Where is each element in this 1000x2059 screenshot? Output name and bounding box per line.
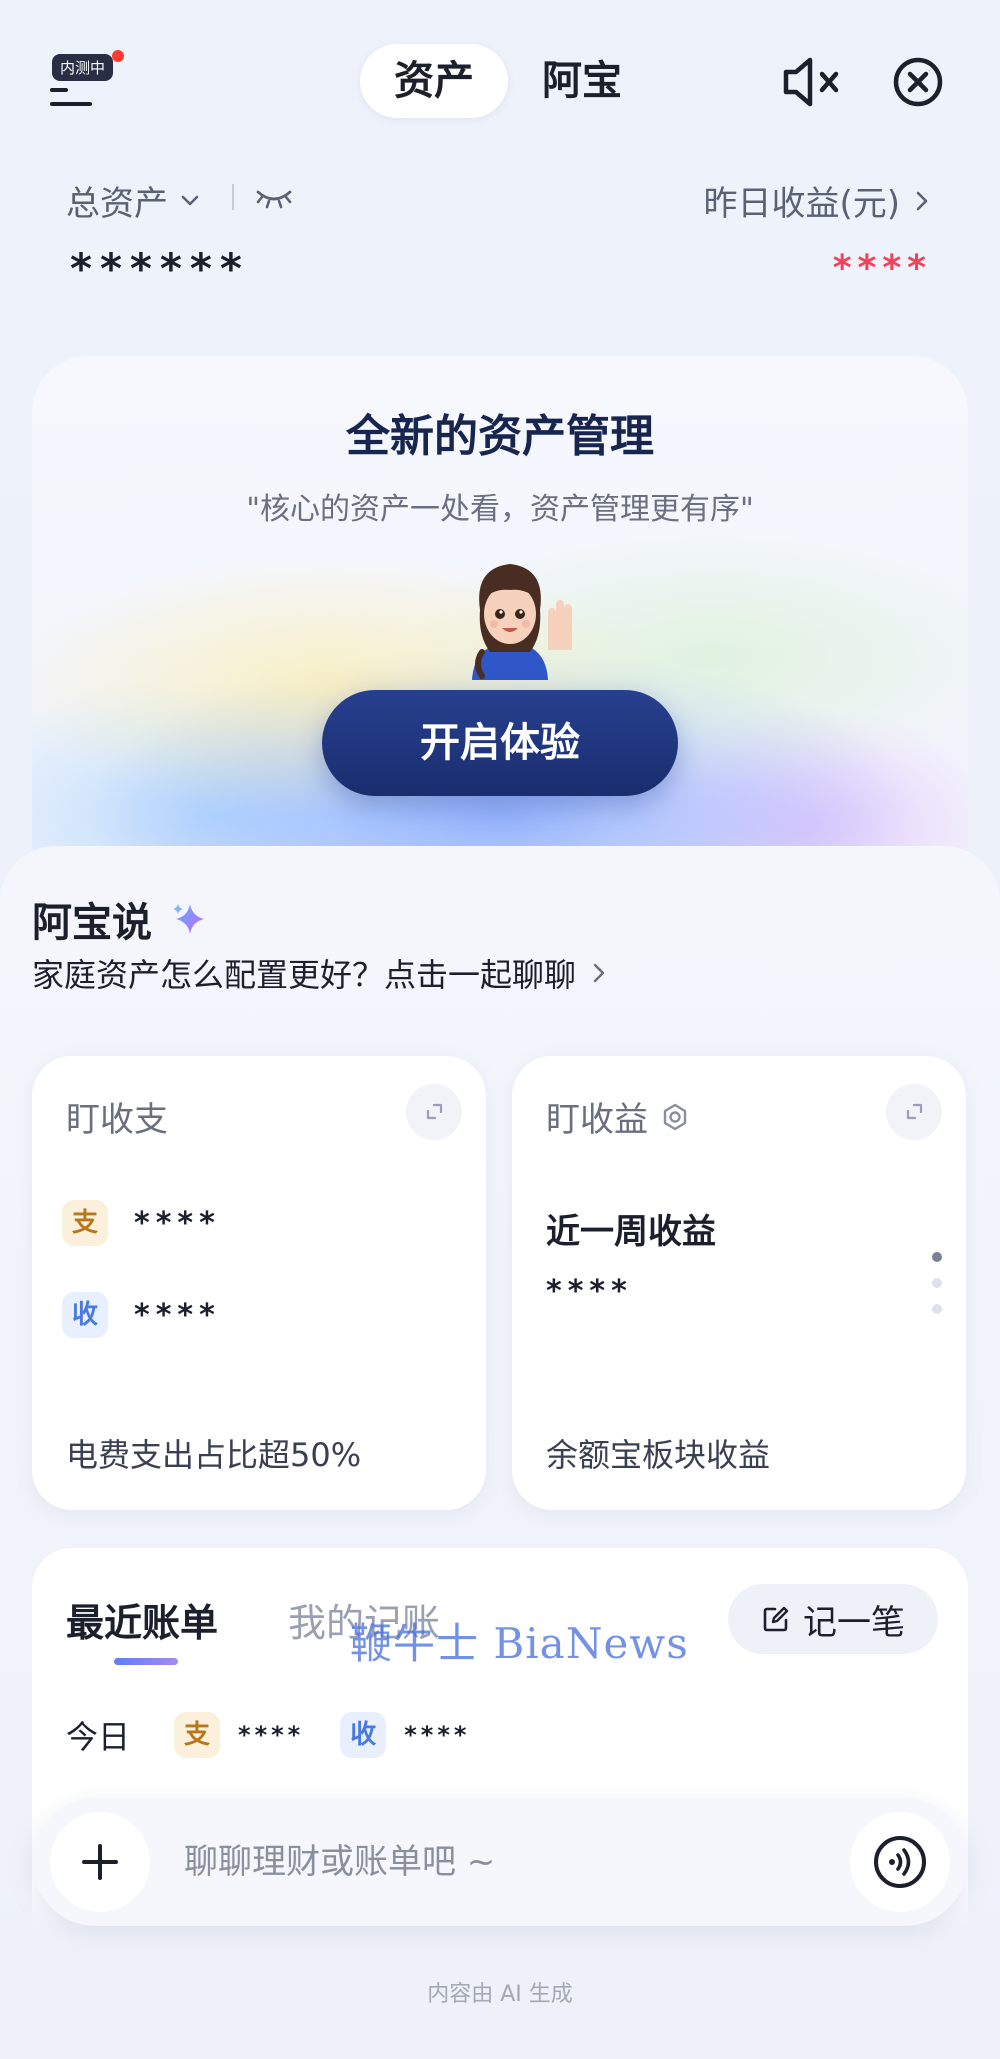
start-experience-button[interactable]: 开启体验 <box>322 690 678 796</box>
add-record-label: 记一笔 <box>803 1602 905 1643</box>
expand-icon <box>426 1103 443 1120</box>
asset-summary: 总资产 昨日收益(元) ****** **** <box>0 170 1000 300</box>
chat-input[interactable]: 聊聊理财或账单吧 ~ <box>184 1798 495 1926</box>
voice-icon <box>874 1836 926 1888</box>
sparkle-icon <box>173 904 204 934</box>
page-dot <box>932 1278 942 1288</box>
page-indicator[interactable] <box>932 1252 942 1316</box>
earnings-insight: 余额宝板块收益 <box>546 1436 771 1474</box>
chevron-right-icon <box>593 963 605 983</box>
income-tag: 收 <box>62 1292 108 1338</box>
page-dot <box>932 1304 942 1314</box>
total-assets-dropdown[interactable]: 总资产 <box>66 176 200 225</box>
chevron-down-icon <box>181 195 199 205</box>
top-tabs: 资产 阿宝 <box>360 44 656 118</box>
yesterday-earnings-value: **** <box>832 248 932 289</box>
page-dot-active <box>932 1252 942 1262</box>
settings-icon[interactable] <box>660 1102 690 1132</box>
active-tab-indicator <box>114 1658 178 1665</box>
yesterday-earnings-link[interactable]: 昨日收益(元) <box>703 176 930 225</box>
mute-button[interactable] <box>780 52 844 112</box>
earnings-card[interactable]: 盯收益 近一周收益 **** 余额宝板块收益 <box>512 1056 966 1510</box>
menu-icon <box>50 86 96 108</box>
income-value: **** <box>134 1297 221 1333</box>
promo-card: 全新的资产管理 "核心的资产一处看，资产管理更有序" 开启体验 <box>32 356 968 896</box>
today-label: 今日 <box>66 1718 131 1756</box>
expand-icon <box>906 1103 923 1120</box>
expense-value: **** <box>134 1205 221 1241</box>
close-icon <box>893 57 943 107</box>
week-earnings-label: 近一周收益 <box>546 1212 716 1252</box>
chat-composer: 聊聊理财或账单吧 ~ <box>32 1798 968 1926</box>
income-expense-insight: 电费支出占比超50% <box>66 1436 362 1474</box>
ai-generated-note: 内容由 AI 生成 <box>427 1982 573 2007</box>
expand-button[interactable] <box>406 1084 462 1140</box>
abao-prompt-text: 家庭资产怎么配置更好？点击一起聊聊 <box>32 956 577 994</box>
expand-button[interactable] <box>886 1084 942 1140</box>
tab-abao[interactable]: 阿宝 <box>508 44 656 118</box>
beta-badge: 内测中 <box>52 54 114 81</box>
voice-input-button[interactable] <box>850 1812 950 1912</box>
earnings-title: 盯收益 <box>546 1100 648 1140</box>
tab-assets[interactable]: 资产 <box>360 44 508 118</box>
today-income-value: **** <box>404 1721 471 1749</box>
abao-chat-prompt[interactable]: 家庭资产怎么配置更好？点击一起聊聊 <box>32 950 606 996</box>
add-record-button[interactable]: 记一笔 <box>728 1584 938 1654</box>
top-bar: 内测中 资产 阿宝 <box>0 0 1000 170</box>
promo-title: 全新的资产管理 <box>346 411 654 462</box>
close-button[interactable] <box>890 54 946 110</box>
abao-says-heading: 阿宝说 <box>32 890 208 948</box>
income-expense-title: 盯收支 <box>66 1100 168 1140</box>
expense-tag: 支 <box>174 1712 221 1758</box>
mute-icon <box>783 57 839 107</box>
total-assets-label: 总资产 <box>66 184 168 224</box>
menu-button[interactable]: 内测中 <box>48 50 124 112</box>
abao-says-title: 阿宝说 <box>32 900 152 946</box>
chevron-right-icon <box>916 191 928 210</box>
add-attachment-button[interactable] <box>50 1812 150 1912</box>
divider <box>232 184 234 210</box>
income-tag: 收 <box>340 1712 387 1758</box>
expense-tag: 支 <box>62 1200 108 1246</box>
total-assets-value: ****** <box>70 244 250 293</box>
edit-icon <box>763 1606 789 1632</box>
eye-closed-icon <box>256 190 292 209</box>
earnings-title-row: 盯收益 <box>546 1092 690 1141</box>
expense-row: 支 **** <box>62 1200 221 1246</box>
yesterday-earnings-label: 昨日收益(元) <box>703 184 900 224</box>
notification-dot <box>112 50 124 62</box>
assistant-avatar <box>472 564 572 680</box>
promo-subtitle: "核心的资产一处看，资产管理更有序" <box>246 492 754 527</box>
hide-amount-toggle[interactable] <box>254 180 294 216</box>
income-row: 收 **** <box>62 1292 221 1338</box>
today-expense-value: **** <box>238 1721 305 1749</box>
week-earnings-value: **** <box>546 1274 633 1309</box>
tab-recent-bills[interactable]: 最近账单 <box>66 1592 218 1647</box>
watermark: 鞭牛士 BiaNews <box>350 1619 689 1668</box>
today-bill-row[interactable]: 今日 支 **** 收 **** <box>66 1712 506 1758</box>
income-expense-card[interactable]: 盯收支 支 **** 收 **** 电费支出占比超50% <box>32 1056 486 1510</box>
